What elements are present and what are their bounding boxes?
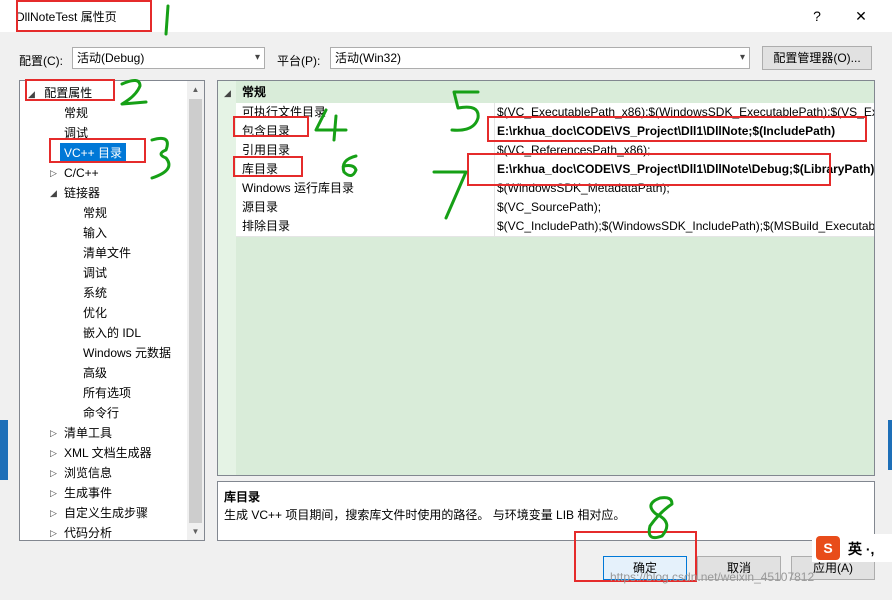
- annotation-mark-3: [150, 136, 171, 180]
- annotation-number-7: 7: [0, 0, 7, 3]
- annotation-number-3: 3: [0, 0, 7, 3]
- handwritten-annotations: 1 2 3 4 5 6 7 8: [0, 0, 674, 540]
- annotation-number-6: 6: [0, 0, 7, 3]
- annotation-number-8: 8: [0, 0, 7, 3]
- annotation-number-1: 1: [0, 0, 7, 3]
- annotation-number-5: 5: [0, 0, 7, 3]
- ime-mode-text: 英 ·,: [848, 541, 875, 557]
- ime-indicator[interactable]: S 英 ·,: [812, 534, 892, 562]
- annotation-mark-8: [647, 496, 674, 540]
- annotation-number-2: 2: [0, 0, 7, 3]
- annotation-mark-1: [164, 4, 170, 36]
- annotation-mark-4: [314, 108, 348, 142]
- annotation-mark-6: [341, 154, 358, 177]
- annotation-mark-2: [120, 79, 148, 106]
- annotation-number-4: 4: [0, 0, 7, 3]
- annotation-mark-5: [450, 90, 480, 132]
- watermark: https://blog.csdn.net/weixin_45107812: [610, 570, 815, 584]
- annotation-mark-7: [432, 170, 468, 220]
- sogou-logo-icon: S: [816, 536, 840, 560]
